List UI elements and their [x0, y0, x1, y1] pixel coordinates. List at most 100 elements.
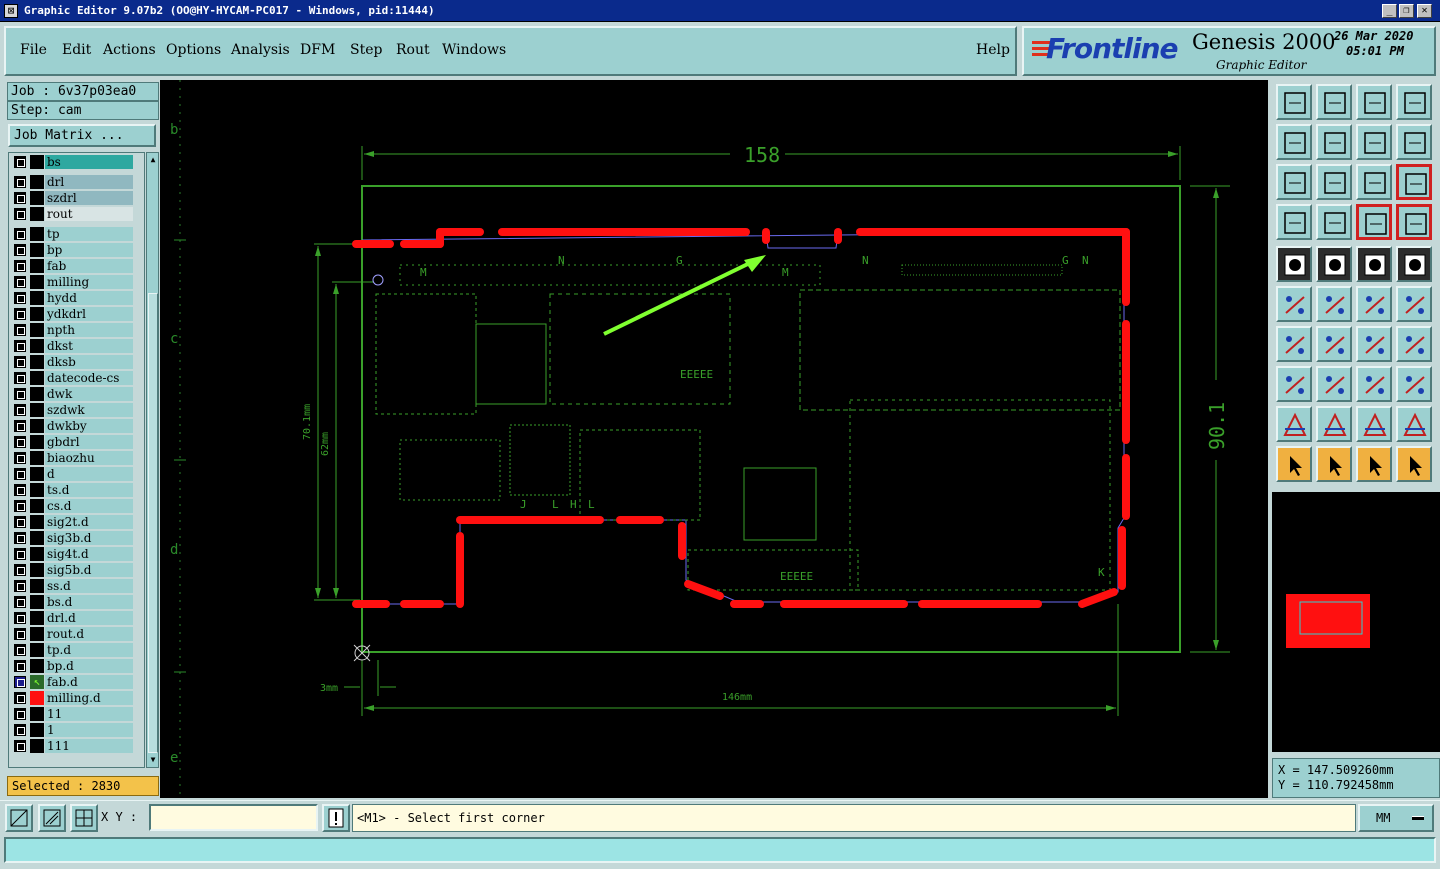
layer-row[interactable]: 111	[12, 739, 134, 753]
layer-checkbox[interactable]	[14, 484, 26, 496]
layer-row[interactable]: hydd	[12, 291, 134, 305]
layer-row[interactable]: bs.d	[12, 595, 134, 609]
layer-name[interactable]: datecode-cs	[45, 371, 133, 385]
layer-row[interactable]: tp.d	[12, 643, 134, 657]
connect-nodes-icon[interactable]	[1276, 286, 1312, 322]
layer-checkbox[interactable]	[14, 228, 26, 240]
layer-marker[interactable]	[30, 191, 44, 205]
layer-name[interactable]: dwk	[45, 387, 133, 401]
layer-marker[interactable]	[30, 355, 44, 369]
layer-checkbox[interactable]	[14, 436, 26, 448]
layer-name[interactable]: fab.d	[45, 675, 133, 689]
layer-checkbox[interactable]	[14, 532, 26, 544]
layer-name[interactable]: 11	[45, 707, 133, 721]
layer-name[interactable]: ydkdrl	[45, 307, 133, 321]
menu-dfm[interactable]: DFM	[300, 42, 335, 58]
layer-checkbox[interactable]	[14, 692, 26, 704]
layer-checkbox[interactable]	[14, 340, 26, 352]
layer-checkbox[interactable]	[14, 500, 26, 512]
layer-checkbox[interactable]	[14, 452, 26, 464]
layer-checkbox[interactable]	[14, 404, 26, 416]
layer-marker[interactable]	[30, 451, 44, 465]
layer-marker[interactable]	[30, 175, 44, 189]
layer-row[interactable]: drl.d	[12, 611, 134, 625]
layer-marker[interactable]	[30, 483, 44, 497]
layer-row[interactable]: datecode-cs	[12, 371, 134, 385]
layer-row[interactable]: tp	[12, 227, 134, 241]
circle-icon[interactable]	[1396, 246, 1432, 282]
layer-name[interactable]: biaozhu	[45, 451, 133, 465]
xy-input[interactable]	[149, 804, 318, 831]
menu-file[interactable]: File	[20, 42, 47, 58]
layer-checkbox[interactable]	[14, 644, 26, 656]
layer-marker[interactable]	[30, 371, 44, 385]
snap-mode-icon[interactable]	[5, 804, 33, 832]
layer-checkbox[interactable]	[14, 548, 26, 560]
zoom-area-icon[interactable]	[1396, 84, 1432, 120]
app-icon[interactable]: ⊠	[4, 4, 18, 18]
help-icon[interactable]	[1396, 164, 1432, 200]
layer-name[interactable]: cs.d	[45, 499, 133, 513]
layer-checkbox[interactable]	[14, 628, 26, 640]
menu-edit[interactable]: Edit	[62, 42, 91, 58]
layer-marker[interactable]	[30, 307, 44, 321]
menu-analysis[interactable]: Analysis	[231, 42, 290, 58]
layer-name[interactable]: szdwk	[45, 403, 133, 417]
maximize-button[interactable]: ❐	[1399, 4, 1414, 18]
fill-icon[interactable]	[1276, 246, 1312, 282]
layer-marker[interactable]	[30, 155, 44, 169]
layer-checkbox[interactable]	[14, 468, 26, 480]
layer-name[interactable]: sig4t.d	[45, 547, 133, 561]
menu-windows[interactable]: Windows	[442, 42, 506, 58]
layer-name[interactable]: bs.d	[45, 595, 133, 609]
layer-checkbox[interactable]	[14, 308, 26, 320]
scroll-down-icon[interactable]: ▼	[148, 754, 158, 766]
layer-marker[interactable]	[30, 275, 44, 289]
layer-checkbox[interactable]	[14, 660, 26, 672]
layer-marker[interactable]	[30, 531, 44, 545]
layer-marker[interactable]	[30, 403, 44, 417]
layer-row[interactable]: milling.d	[12, 691, 134, 705]
layer-row[interactable]: 1	[12, 723, 134, 737]
layer-checkbox[interactable]	[14, 372, 26, 384]
layer-marker[interactable]	[30, 579, 44, 593]
layer-name[interactable]: tp	[45, 227, 133, 241]
layer-row[interactable]: d	[12, 467, 134, 481]
grid-mode-icon[interactable]	[70, 804, 98, 832]
point-right-icon[interactable]	[1356, 286, 1392, 322]
layer-name[interactable]: sig2t.d	[45, 515, 133, 529]
layer-marker[interactable]	[30, 207, 44, 221]
layer-row[interactable]: ydkdrl	[12, 307, 134, 321]
layer-row[interactable]: rout.d	[12, 627, 134, 641]
layer-checkbox[interactable]	[14, 324, 26, 336]
alert-icon[interactable]	[322, 804, 350, 832]
pan-right-icon[interactable]	[1316, 124, 1352, 160]
measure-mode-icon[interactable]	[38, 804, 66, 832]
layer-marker[interactable]	[30, 499, 44, 513]
layer-name[interactable]: drl	[45, 175, 133, 189]
grid-red-2-icon[interactable]	[1396, 204, 1432, 240]
layer-name[interactable]: hydd	[45, 291, 133, 305]
layer-name[interactable]: dkst	[45, 339, 133, 353]
layer-name[interactable]: dwkby	[45, 419, 133, 433]
layer-name[interactable]: drl.d	[45, 611, 133, 625]
zoom-home-icon[interactable]	[1276, 84, 1312, 120]
layer-row[interactable]: rout	[12, 207, 134, 221]
scroll-thumb[interactable]	[148, 293, 158, 753]
layer-checkbox[interactable]	[14, 356, 26, 368]
layer-marker[interactable]	[30, 323, 44, 337]
layer-marker[interactable]: ↖	[30, 675, 44, 689]
layer-row[interactable]: dwk	[12, 387, 134, 401]
layer-row[interactable]: 11	[12, 707, 134, 721]
layer-name[interactable]: dksb	[45, 355, 133, 369]
triangle-icon[interactable]	[1276, 406, 1312, 442]
minus-icon[interactable]	[1316, 366, 1352, 402]
layer-checkbox[interactable]	[14, 388, 26, 400]
minimize-button[interactable]: _	[1382, 4, 1397, 18]
menu-step[interactable]: Step	[350, 42, 382, 58]
grid-red-icon[interactable]	[1356, 204, 1392, 240]
layer-marker[interactable]	[30, 259, 44, 273]
layer-marker[interactable]	[30, 627, 44, 641]
triangle-2-icon[interactable]	[1316, 406, 1352, 442]
layer-row[interactable]: cs.d	[12, 499, 134, 513]
